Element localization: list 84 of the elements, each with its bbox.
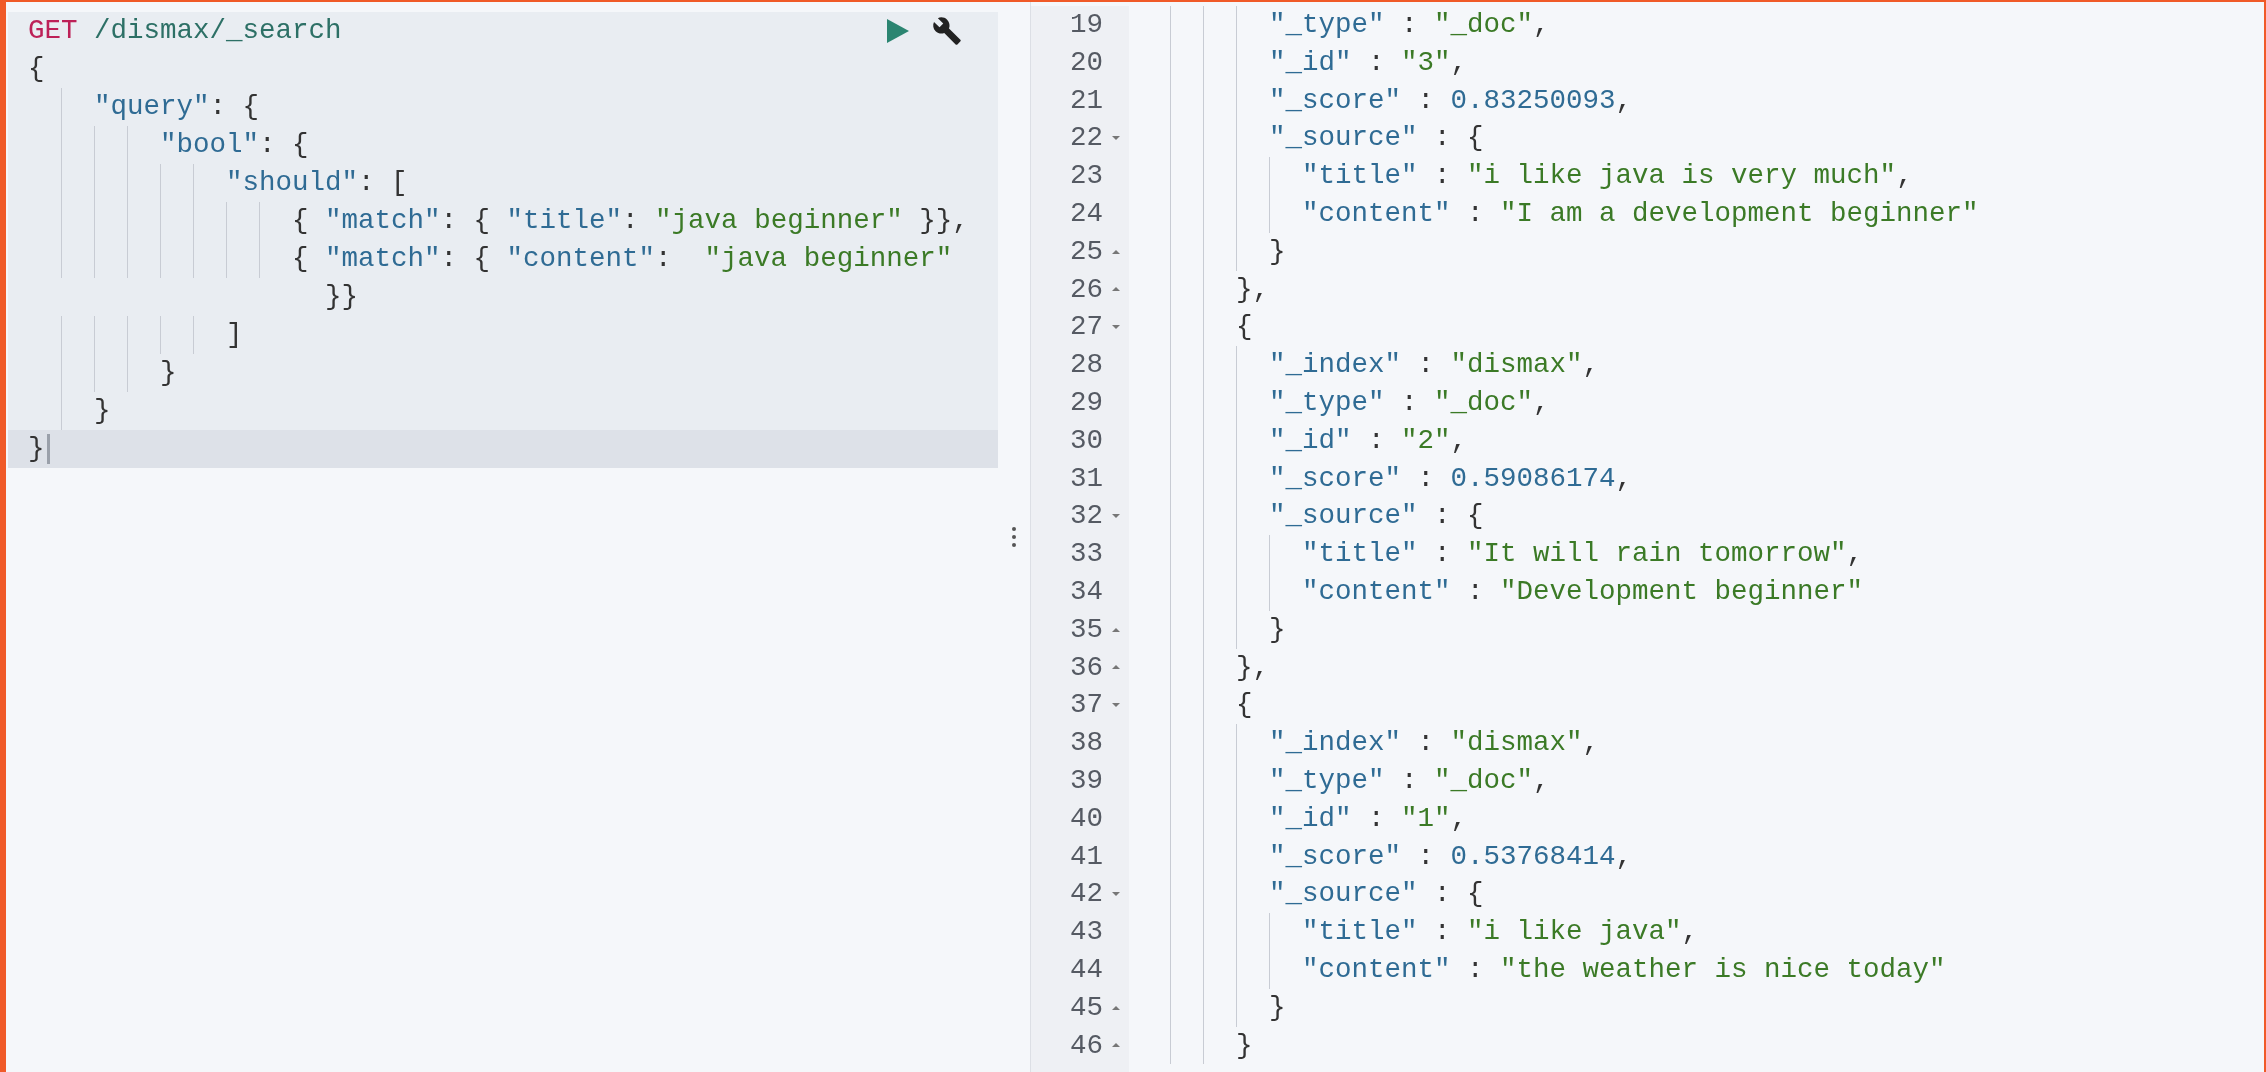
- code-line: {: [28, 52, 45, 86]
- request-line: GET /dismax/_search: [28, 14, 342, 48]
- line-number: 37: [1069, 688, 1103, 723]
- code-line: "_source" : {: [1137, 497, 1484, 536]
- code-line: "_id" : "1",: [1137, 799, 1468, 838]
- code-line: "query": {: [28, 88, 260, 126]
- line-number: 41: [1069, 839, 1103, 874]
- code-line: "_type" : "_doc",: [1137, 383, 1550, 422]
- code-line: "should": [: [28, 164, 408, 202]
- line-number: 26: [1069, 272, 1103, 307]
- line-number: 20: [1069, 45, 1103, 80]
- code-line: "bool": {: [28, 126, 309, 164]
- code-line: {: [1137, 308, 1253, 347]
- line-number: 38: [1069, 726, 1103, 761]
- line-number: 31: [1069, 461, 1103, 496]
- play-icon: [886, 18, 910, 44]
- fold-toggle-icon[interactable]: [1111, 1004, 1121, 1011]
- code-line: }}: [324, 280, 358, 314]
- line-number: 30: [1069, 423, 1103, 458]
- fold-toggle-icon[interactable]: [1111, 286, 1121, 293]
- code-line: "_index" : "dismax",: [1137, 346, 1600, 385]
- code-line: "_id" : "2",: [1137, 421, 1468, 460]
- line-number: 45: [1069, 990, 1103, 1025]
- code-line: {: [1137, 686, 1253, 725]
- line-number: 19: [1069, 8, 1103, 42]
- fold-toggle-icon[interactable]: [1111, 513, 1121, 520]
- line-number: 39: [1069, 763, 1103, 798]
- code-line: },: [1137, 648, 1269, 687]
- code-line: ]: [28, 316, 243, 354]
- line-number: 44: [1069, 952, 1103, 987]
- line-number: 21: [1069, 83, 1103, 118]
- run-button[interactable]: [886, 18, 910, 44]
- code-line: "content" : "I am a development beginner": [1137, 194, 1979, 233]
- code-line: "content" : "Development beginner": [1137, 572, 1864, 611]
- line-number: 24: [1069, 197, 1103, 231]
- code-line: { "match": { "title": "java beginner" }},: [28, 202, 969, 240]
- fold-toggle-icon[interactable]: [1111, 248, 1121, 255]
- fold-toggle-icon[interactable]: [1111, 324, 1121, 331]
- fold-toggle-icon[interactable]: [1111, 1042, 1121, 1049]
- fold-toggle-icon[interactable]: [1111, 891, 1121, 898]
- line-number: 25: [1069, 234, 1103, 269]
- line-number: 36: [1069, 650, 1103, 685]
- line-number: 23: [1069, 159, 1103, 194]
- fold-toggle-icon[interactable]: [1111, 626, 1121, 633]
- code-line: "title" : "i like java is very much",: [1137, 157, 1913, 196]
- code-line: "_score" : 0.83250093,: [1137, 81, 1633, 120]
- line-number: 35: [1069, 612, 1103, 647]
- wrench-icon: [932, 16, 962, 46]
- line-number: 29: [1069, 385, 1103, 420]
- code-line: }: [28, 432, 45, 466]
- code-line: "_score" : 0.59086174,: [1137, 459, 1633, 498]
- code-line: "content" : "the weather is nice today": [1137, 950, 1946, 989]
- code-line: "_id" : "3",: [1137, 43, 1468, 82]
- text-cursor: [46, 434, 50, 464]
- line-number: 32: [1069, 499, 1103, 534]
- fold-toggle-icon[interactable]: [1111, 135, 1121, 142]
- line-number: 46: [1069, 1028, 1103, 1063]
- resize-handle-icon[interactable]: [1011, 526, 1017, 548]
- code-line: }: [1137, 232, 1286, 271]
- code-line: "_index" : "dismax",: [1137, 724, 1600, 763]
- fold-toggle-icon[interactable]: [1111, 702, 1121, 709]
- line-number: 28: [1069, 348, 1103, 383]
- line-number: 33: [1069, 537, 1103, 572]
- line-number: 42: [1069, 877, 1103, 912]
- code-line: "_type" : "_doc",: [1137, 5, 1550, 44]
- code-line: "_type" : "_doc",: [1137, 761, 1550, 800]
- code-line: }: [1137, 1026, 1253, 1065]
- fold-toggle-icon[interactable]: [1111, 664, 1121, 671]
- line-number: 34: [1069, 574, 1103, 609]
- code-line: },: [1137, 270, 1269, 309]
- code-line: { "match": { "content": "java beginner": [28, 240, 953, 278]
- line-number: 27: [1069, 310, 1103, 345]
- line-number: 22: [1069, 121, 1103, 156]
- line-number: 40: [1069, 801, 1103, 836]
- code-line: "_source" : {: [1137, 875, 1484, 914]
- code-line: }: [1137, 988, 1286, 1027]
- line-number: 43: [1069, 915, 1103, 950]
- code-line: "title" : "i like java",: [1137, 913, 1699, 952]
- code-line: "title" : "It will rain tomorrow",: [1137, 535, 1864, 574]
- code-line: }: [1137, 610, 1286, 649]
- code-line: }: [28, 354, 177, 392]
- settings-button[interactable]: [932, 16, 962, 46]
- code-line: "_score" : 0.53768414,: [1137, 837, 1633, 876]
- code-line: "_source" : {: [1137, 119, 1484, 158]
